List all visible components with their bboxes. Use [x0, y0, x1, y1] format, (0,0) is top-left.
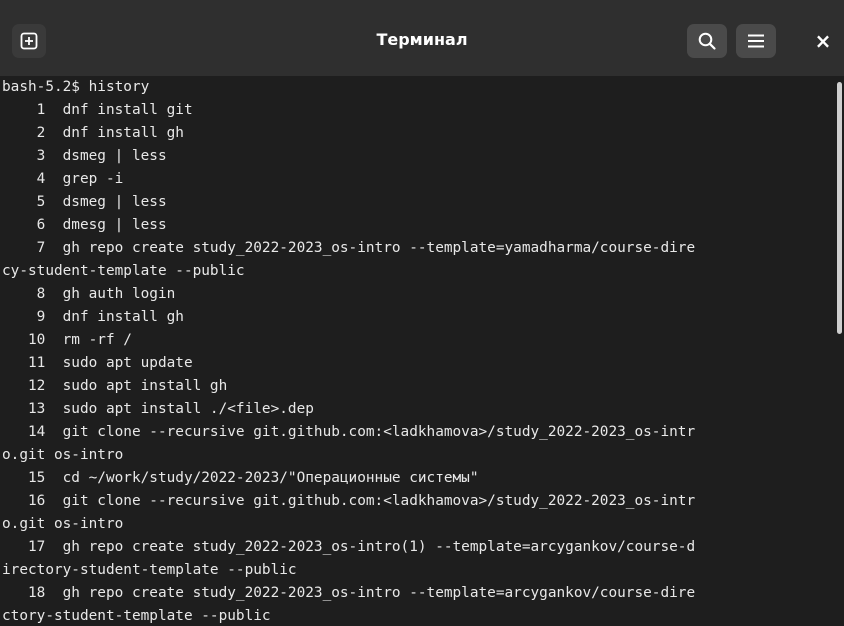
terminal-line: 14 git clone --recursive git.github.com:…: [2, 424, 696, 440]
new-tab-button[interactable]: [12, 24, 46, 58]
terminal-line: 9 dnf install gh: [2, 309, 184, 325]
terminal-line: 4 grep -i: [2, 171, 124, 187]
terminal-line: 7 gh repo create study_2022-2023_os-intr…: [2, 240, 696, 256]
terminal-output[interactable]: bash-5.2$ history 1 dnf install git 2 dn…: [0, 76, 834, 626]
menu-button[interactable]: [736, 24, 776, 58]
terminal-line: cy-student-template --public: [2, 263, 245, 279]
terminal-line: 12 sudo apt install gh: [2, 378, 228, 394]
terminal-line: 10 rm -rf /: [2, 332, 132, 348]
search-button[interactable]: [687, 24, 727, 58]
hamburger-menu-icon: [748, 34, 764, 48]
terminal-line: 1 dnf install git: [2, 102, 193, 118]
terminal-line: 6 dmesg | less: [2, 217, 167, 233]
terminal-lines: bash-5.2$ history 1 dnf install git 2 dn…: [0, 76, 834, 626]
terminal-line: 5 dsmeg | less: [2, 194, 167, 210]
terminal-line: bash-5.2$ history: [2, 79, 150, 95]
terminal-line: 15 cd ~/work/study/2022-2023/"Операционн…: [2, 470, 479, 486]
close-icon: ×: [814, 29, 832, 53]
vertical-scrollbar[interactable]: [834, 76, 844, 626]
terminal-line: 11 sudo apt update: [2, 355, 193, 371]
terminal-line: 16 git clone --recursive git.github.com:…: [2, 493, 696, 509]
terminal-line: 3 dsmeg | less: [2, 148, 167, 164]
terminal-window: Терминал × bash-5.2$ history 1 dnf insta…: [0, 0, 844, 626]
terminal-line: 2 dnf install gh: [2, 125, 184, 141]
terminal-line: 13 sudo apt install ./<file>.dep: [2, 401, 314, 417]
scrollbar-thumb[interactable]: [837, 82, 842, 334]
terminal-line: ctory-student-template --public: [2, 608, 271, 624]
close-button[interactable]: ×: [808, 26, 838, 56]
terminal-line: irectory-student-template --public: [2, 562, 297, 578]
terminal-line: 18 gh repo create study_2022-2023_os-int…: [2, 585, 696, 601]
terminal-line: 17 gh repo create study_2022-2023_os-int…: [2, 539, 696, 555]
terminal-line: 8 gh auth login: [2, 286, 176, 302]
terminal-line: o.git os-intro: [2, 447, 124, 463]
search-icon: [698, 32, 716, 50]
plus-square-icon: [20, 32, 38, 50]
terminal-line: o.git os-intro: [2, 516, 124, 532]
title-bar: Терминал ×: [0, 0, 844, 76]
